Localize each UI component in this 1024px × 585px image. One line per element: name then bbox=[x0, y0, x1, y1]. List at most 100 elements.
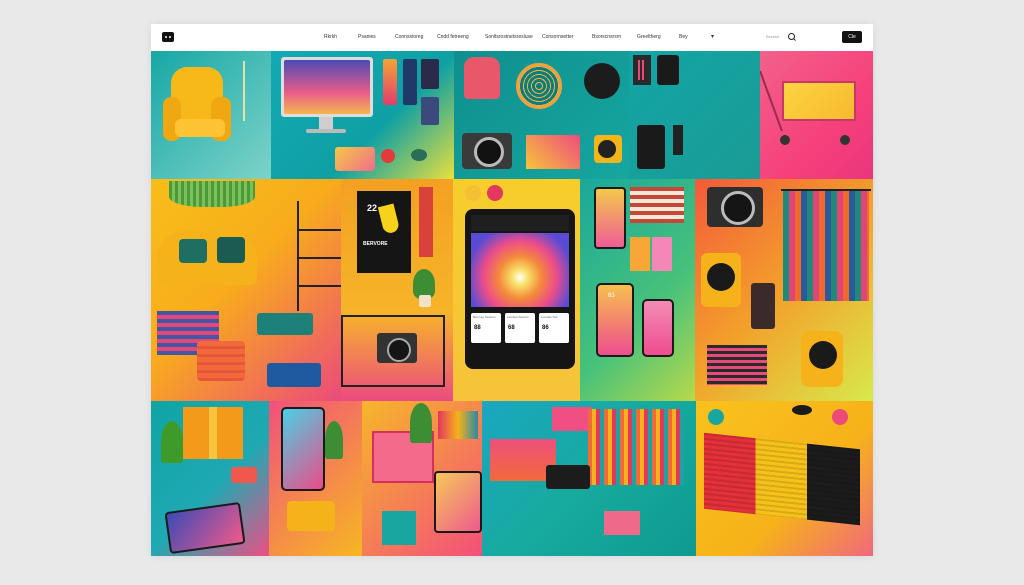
chevron-down-icon[interactable]: ▾ bbox=[711, 33, 714, 40]
folded-sweater bbox=[267, 363, 321, 387]
shopping-cart-handle bbox=[760, 70, 783, 132]
nav-item-5[interactable]: Sonltsrostnetsresluse bbox=[485, 34, 533, 40]
tank-top-stripes bbox=[638, 60, 646, 80]
instant-camera-lens bbox=[707, 263, 735, 291]
ball bbox=[465, 185, 481, 201]
potted-plant bbox=[410, 403, 432, 443]
shelf-board bbox=[297, 285, 341, 287]
sunglasses bbox=[792, 405, 812, 415]
tile-poster-shelf[interactable]: 22 BERVORE bbox=[341, 179, 453, 401]
phone-case bbox=[652, 237, 672, 271]
hang-tag bbox=[751, 283, 775, 329]
phone-case bbox=[630, 237, 650, 271]
nav-item-6[interactable]: Consornsetter bbox=[542, 34, 573, 40]
cta-button[interactable]: Cle bbox=[842, 31, 862, 43]
tile-clothing-rack[interactable] bbox=[695, 179, 873, 401]
phone-card bbox=[403, 59, 417, 105]
tile-decor[interactable] bbox=[362, 401, 482, 556]
tile-textiles[interactable] bbox=[696, 401, 873, 556]
hanging-clothes bbox=[783, 191, 869, 301]
tablet-card-price: 68 bbox=[508, 325, 515, 331]
cart-wheel bbox=[780, 135, 790, 145]
ball bbox=[381, 149, 395, 163]
nav-item-8[interactable]: Greeltherg bbox=[637, 34, 661, 40]
nav-item-4[interactable]: Cndd fetreeng bbox=[437, 34, 469, 40]
monitor-stand bbox=[319, 117, 333, 129]
smartphone bbox=[594, 187, 626, 249]
textile-weave bbox=[704, 432, 860, 526]
striped-textile bbox=[588, 409, 684, 485]
brand-logo[interactable] bbox=[162, 32, 174, 42]
potted-plant bbox=[325, 421, 343, 459]
tablet-card-label: Lssrdea Sssrers bbox=[507, 315, 529, 319]
instant-camera-lens bbox=[809, 341, 837, 369]
plant-pot bbox=[419, 295, 431, 307]
tile-monitor[interactable] bbox=[271, 51, 454, 179]
tablet-card-price: 88 bbox=[474, 325, 481, 331]
card-wallet bbox=[231, 467, 257, 483]
floor-lamp bbox=[243, 61, 245, 121]
website-mockup: Rkrkh Psanies Connsstoreg Cndd fetreeng … bbox=[151, 24, 873, 556]
shelf-board bbox=[297, 229, 341, 231]
cushion bbox=[179, 239, 207, 263]
smartphone bbox=[596, 283, 634, 357]
folded-book bbox=[287, 501, 335, 531]
camera-lens bbox=[721, 191, 755, 225]
striped-mat bbox=[707, 345, 767, 385]
notebook bbox=[552, 407, 592, 431]
folded-towels bbox=[197, 341, 245, 381]
tile-shopping-cart[interactable] bbox=[760, 51, 873, 179]
poster-number: 22 bbox=[367, 203, 378, 213]
tablet-hero-image bbox=[471, 233, 569, 307]
smartphone bbox=[546, 465, 590, 489]
flag-print bbox=[630, 187, 684, 223]
ball bbox=[487, 185, 503, 201]
top-navigation-bar: Rkrkh Psanies Connsstoreg Cndd fetreeng … bbox=[151, 24, 873, 51]
tile-accessories[interactable] bbox=[629, 51, 760, 179]
instant-camera-lens bbox=[598, 140, 616, 158]
tablet-card-label: Losrdse Sss bbox=[541, 315, 558, 319]
color-swatches bbox=[438, 411, 478, 439]
nav-item-7[interactable]: Bsorscnsrsrn bbox=[592, 34, 621, 40]
shelf-board bbox=[297, 257, 341, 259]
nav-item-1[interactable]: Rkrkh bbox=[324, 34, 337, 40]
tile-living-room[interactable] bbox=[151, 179, 341, 401]
search-label[interactable]: Becstst bbox=[766, 34, 779, 39]
yarn-ball bbox=[708, 409, 724, 425]
wall-rack bbox=[419, 187, 433, 257]
nav-item-9[interactable]: Bey bbox=[679, 34, 688, 40]
gift-box-ribbon bbox=[209, 407, 217, 459]
tile-apparel-gadgets[interactable] bbox=[454, 51, 629, 179]
tablet-device bbox=[281, 407, 325, 491]
tablet-card-price: 86 bbox=[542, 325, 549, 331]
search-icon[interactable] bbox=[788, 33, 795, 40]
tablet-header bbox=[471, 215, 569, 231]
hoodie bbox=[464, 57, 500, 99]
tablet-device bbox=[164, 501, 246, 555]
phone-dark bbox=[637, 125, 665, 169]
phone-card bbox=[421, 97, 439, 125]
rug-circle bbox=[516, 63, 562, 109]
nav-item-2[interactable]: Psanies bbox=[358, 34, 376, 40]
nav-item-3[interactable]: Connsstoreg bbox=[395, 34, 423, 40]
display-shelf bbox=[297, 201, 341, 311]
tile-armchair[interactable] bbox=[151, 51, 271, 179]
tile-devices[interactable] bbox=[269, 401, 362, 556]
camera-lens bbox=[387, 338, 411, 362]
camera-lens bbox=[474, 137, 504, 167]
teapot bbox=[411, 149, 427, 161]
notepad bbox=[604, 511, 640, 535]
handbag bbox=[584, 63, 620, 99]
phone-screen-text: 63 bbox=[608, 293, 615, 299]
tablet-card bbox=[335, 147, 375, 171]
tablet-card-label: Benrsey Sssersn bbox=[473, 315, 496, 319]
tile-phones[interactable]: 63 bbox=[580, 179, 695, 401]
monitor-screen bbox=[284, 60, 370, 114]
tile-boxes[interactable] bbox=[151, 401, 269, 556]
armchair-seat bbox=[175, 119, 225, 137]
phone-card bbox=[383, 59, 397, 105]
monitor-display bbox=[434, 471, 482, 533]
tile-tablet-mockup[interactable]: Benrsey Sssersn 88 Lssrdea Sssrers 68 Lo… bbox=[453, 179, 580, 401]
poster-title: BERVORE bbox=[363, 241, 388, 247]
tile-stationery[interactable] bbox=[482, 401, 696, 556]
